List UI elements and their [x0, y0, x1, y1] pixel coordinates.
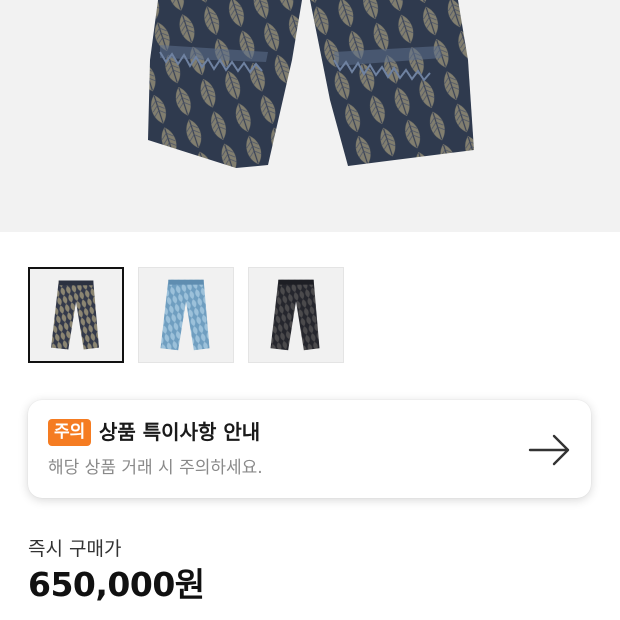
warning-badge: 주의 [48, 419, 92, 446]
product-main-image[interactable] [0, 0, 620, 232]
thumbnail-strip [28, 267, 344, 363]
pants-photo [148, 0, 474, 168]
thumbnail-feather-pants[interactable] [28, 267, 124, 363]
notice-title: 상품 특이사항 안내 [99, 420, 261, 444]
arrow-right-icon[interactable] [528, 428, 572, 472]
pants-thumbnail-image [270, 279, 320, 351]
price-label: 즉시 구매가 [28, 538, 122, 560]
price-value: 650,000원 [28, 565, 205, 604]
product-notice-card[interactable]: 주의 상품 특이사항 안내 해당 상품 거래 시 주의하세요. [28, 400, 591, 498]
thumbnail-black-pants[interactable] [248, 267, 344, 363]
thumbnail-light-blue-pants[interactable] [138, 267, 234, 363]
pants-thumbnail-image [160, 279, 210, 351]
pants-thumbnail-image [51, 280, 99, 350]
notice-description: 해당 상품 거래 시 주의하세요. [48, 458, 263, 478]
